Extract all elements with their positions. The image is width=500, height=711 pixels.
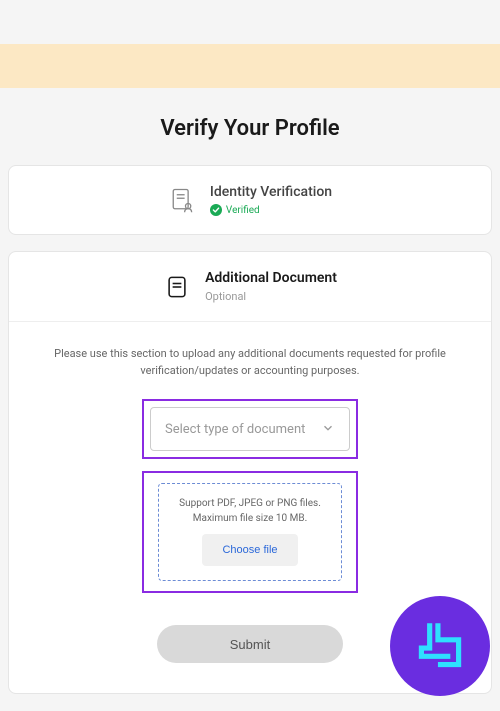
select-placeholder: Select type of document — [165, 422, 305, 437]
document-icon — [163, 273, 191, 301]
choose-file-button[interactable]: Choose file — [202, 534, 297, 566]
chevron-down-icon — [321, 420, 335, 439]
identity-card-title: Identity Verification — [210, 184, 332, 200]
page-title: Verify Your Profile — [8, 116, 492, 141]
identity-verification-card: Identity Verification Verified — [8, 165, 492, 235]
optional-label: Optional — [205, 290, 337, 303]
upload-highlight: Support PDF, JPEG or PNG files. Maximum … — [142, 471, 358, 593]
upload-instructions: Please use this section to upload any ad… — [9, 322, 491, 399]
document-type-select[interactable]: Select type of document — [150, 407, 350, 451]
additional-card-title: Additional Document — [205, 270, 337, 286]
verified-status-text: Verified — [226, 205, 260, 216]
upload-hint-line2: Maximum file size 10 MB. — [169, 511, 331, 526]
identity-document-icon — [168, 186, 196, 214]
submit-button[interactable]: Submit — [157, 625, 343, 663]
upload-hint-line1: Support PDF, JPEG or PNG files. — [169, 496, 331, 511]
check-circle-icon — [210, 204, 222, 216]
notification-banner — [0, 44, 500, 88]
brand-logo-icon[interactable] — [390, 596, 490, 696]
document-type-highlight: Select type of document — [142, 399, 358, 459]
file-upload-dropzone[interactable]: Support PDF, JPEG or PNG files. Maximum … — [158, 483, 342, 581]
